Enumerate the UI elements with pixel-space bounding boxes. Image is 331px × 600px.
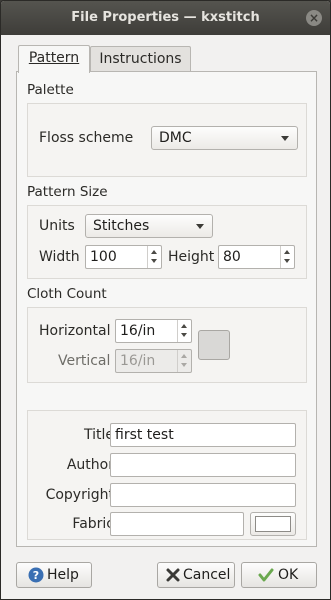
chevron-down-icon bbox=[284, 259, 290, 263]
help-label: Help bbox=[47, 567, 79, 583]
height-stepper[interactable] bbox=[280, 246, 294, 268]
units-label: Units bbox=[39, 218, 75, 234]
chevron-down-icon bbox=[196, 224, 204, 229]
tab-pattern[interactable]: Pattern bbox=[18, 45, 90, 73]
pattern-size-section-label: Pattern Size bbox=[27, 184, 108, 200]
ok-label: OK bbox=[278, 567, 299, 583]
width-label: Width bbox=[39, 249, 80, 265]
fabric-label: Fabric bbox=[72, 516, 114, 532]
fabric-color-swatch bbox=[255, 516, 291, 532]
height-value: 80 bbox=[223, 249, 241, 265]
pattern-info-group: Title first test Author Copyright Fabric bbox=[27, 410, 307, 540]
chevron-up-icon bbox=[181, 354, 187, 358]
tab-pattern-label: Pattern bbox=[28, 50, 80, 66]
svg-text:?: ? bbox=[33, 569, 39, 582]
horizontal-stepper[interactable] bbox=[177, 320, 191, 342]
chevron-down-icon bbox=[181, 363, 187, 367]
cancel-icon bbox=[166, 568, 180, 582]
units-value: Stitches bbox=[93, 218, 150, 234]
copyright-label: Copyright bbox=[45, 487, 114, 503]
width-spinbox[interactable]: 100 bbox=[85, 245, 162, 269]
chevron-up-icon bbox=[284, 250, 290, 254]
title-bar[interactable]: File Properties — kxstitch × bbox=[1, 1, 330, 35]
horizontal-value: 16/in bbox=[120, 323, 156, 339]
title-input[interactable]: first test bbox=[110, 423, 296, 447]
title-value: first test bbox=[115, 427, 174, 443]
chevron-down-icon bbox=[151, 259, 157, 263]
cloth-count-section-label: Cloth Count bbox=[27, 286, 107, 302]
tab-instructions-label: Instructions bbox=[99, 51, 182, 67]
link-ratio-toggle[interactable] bbox=[198, 330, 230, 360]
vertical-label: Vertical bbox=[58, 353, 111, 369]
chevron-down-icon bbox=[181, 333, 187, 337]
checkmark-icon bbox=[258, 568, 274, 582]
ok-button[interactable]: OK bbox=[241, 562, 317, 588]
width-stepper[interactable] bbox=[147, 246, 161, 268]
tab-instructions[interactable]: Instructions bbox=[90, 46, 191, 72]
palette-group: Floss scheme DMC bbox=[27, 103, 307, 177]
help-button[interactable]: ? Help bbox=[16, 562, 92, 588]
horizontal-spinbox[interactable]: 16/in bbox=[115, 319, 192, 343]
fabric-input[interactable] bbox=[110, 512, 244, 536]
vertical-value: 16/in bbox=[120, 353, 156, 369]
floss-scheme-label: Floss scheme bbox=[39, 130, 134, 146]
floss-scheme-select[interactable]: DMC bbox=[151, 126, 298, 150]
chevron-up-icon bbox=[151, 250, 157, 254]
window-title: File Properties — kxstitch bbox=[71, 10, 260, 25]
height-spinbox[interactable]: 80 bbox=[218, 245, 295, 269]
vertical-spinbox: 16/in bbox=[115, 349, 192, 373]
pattern-size-group: Units Stitches Width 100 Height 80 bbox=[27, 205, 307, 279]
floss-scheme-value: DMC bbox=[159, 130, 192, 146]
file-properties-dialog: File Properties — kxstitch × Pattern Ins… bbox=[0, 0, 331, 600]
chevron-down-icon bbox=[281, 136, 289, 141]
author-input[interactable] bbox=[110, 453, 296, 477]
height-label: Height bbox=[168, 249, 215, 265]
horizontal-label: Horizontal bbox=[39, 323, 111, 339]
vertical-stepper bbox=[177, 350, 191, 372]
cancel-button[interactable]: Cancel bbox=[157, 562, 235, 588]
chevron-up-icon bbox=[181, 324, 187, 328]
cloth-count-group: Horizontal 16/in Vertical 16/in bbox=[27, 307, 307, 383]
help-icon: ? bbox=[28, 567, 44, 583]
fabric-color-button[interactable] bbox=[250, 512, 296, 536]
copyright-input[interactable] bbox=[110, 483, 296, 507]
author-label: Author bbox=[66, 457, 114, 473]
cancel-label: Cancel bbox=[183, 567, 231, 583]
pattern-tab-panel: Palette Floss scheme DMC Pattern Size Un… bbox=[16, 71, 317, 547]
close-icon[interactable]: × bbox=[306, 10, 322, 26]
width-value: 100 bbox=[90, 249, 117, 265]
units-select[interactable]: Stitches bbox=[85, 214, 213, 238]
palette-section-label: Palette bbox=[27, 82, 74, 98]
